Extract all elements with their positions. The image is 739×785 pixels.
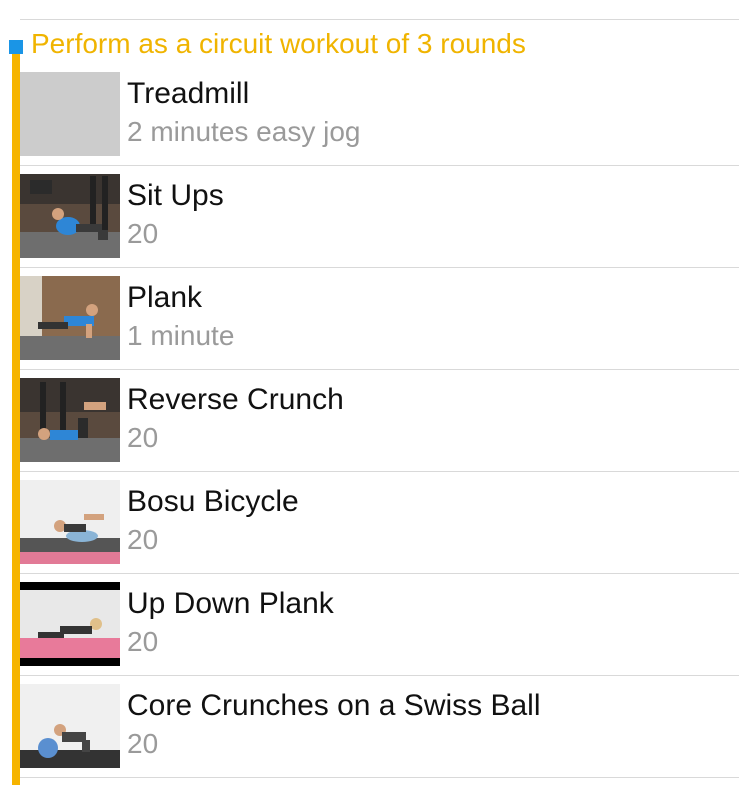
exercise-row-core-crunches-swiss-ball[interactable]: Core Crunches on a Swiss Ball 20 <box>20 682 739 784</box>
exercise-name: Treadmill <box>127 77 250 110</box>
exercise-row-treadmill[interactable]: Treadmill 2 minutes easy jog <box>20 70 739 172</box>
exercise-row-up-down-plank[interactable]: Up Down Plank 20 <box>20 580 739 682</box>
exercise-detail: 20 <box>127 524 159 555</box>
exercise-thumbnail <box>20 480 120 564</box>
exercise-row-bosu-bicycle[interactable]: Bosu Bicycle 20 <box>20 478 739 580</box>
exercise-name: Plank <box>127 281 203 314</box>
exercise-detail: 20 <box>127 728 159 759</box>
top-divider <box>20 19 739 20</box>
exercise-thumbnail <box>20 378 120 462</box>
exercise-thumbnail <box>20 582 120 666</box>
exercise-row-plank[interactable]: Plank 1 minute <box>20 274 739 376</box>
exercise-name: Reverse Crunch <box>127 383 344 416</box>
exercise-name: Bosu Bicycle <box>127 485 299 518</box>
exercise-detail: 20 <box>127 626 159 657</box>
exercise-list: Treadmill 2 minutes easy jog Sit Ups 20 … <box>20 70 739 784</box>
exercise-row-sit-ups[interactable]: Sit Ups 20 <box>20 172 739 274</box>
exercise-name: Core Crunches on a Swiss Ball <box>127 689 541 722</box>
exercise-row-reverse-crunch[interactable]: Reverse Crunch 20 <box>20 376 739 478</box>
exercise-detail: 20 <box>127 422 159 453</box>
circuit-marker-icon <box>9 40 23 54</box>
exercise-thumbnail-placeholder <box>20 72 120 156</box>
workout-circuit-screen: Perform as a circuit workout of 3 rounds… <box>0 0 739 785</box>
exercise-name: Up Down Plank <box>127 587 334 620</box>
exercise-thumbnail <box>20 684 120 768</box>
exercise-name: Sit Ups <box>127 179 224 212</box>
exercise-thumbnail <box>20 174 120 258</box>
exercise-detail: 1 minute <box>127 320 235 351</box>
exercise-detail: 2 minutes easy jog <box>127 116 361 147</box>
circuit-rail <box>12 54 20 785</box>
exercise-thumbnail <box>20 276 120 360</box>
exercise-detail: 20 <box>127 218 159 249</box>
circuit-title: Perform as a circuit workout of 3 rounds <box>31 28 526 59</box>
